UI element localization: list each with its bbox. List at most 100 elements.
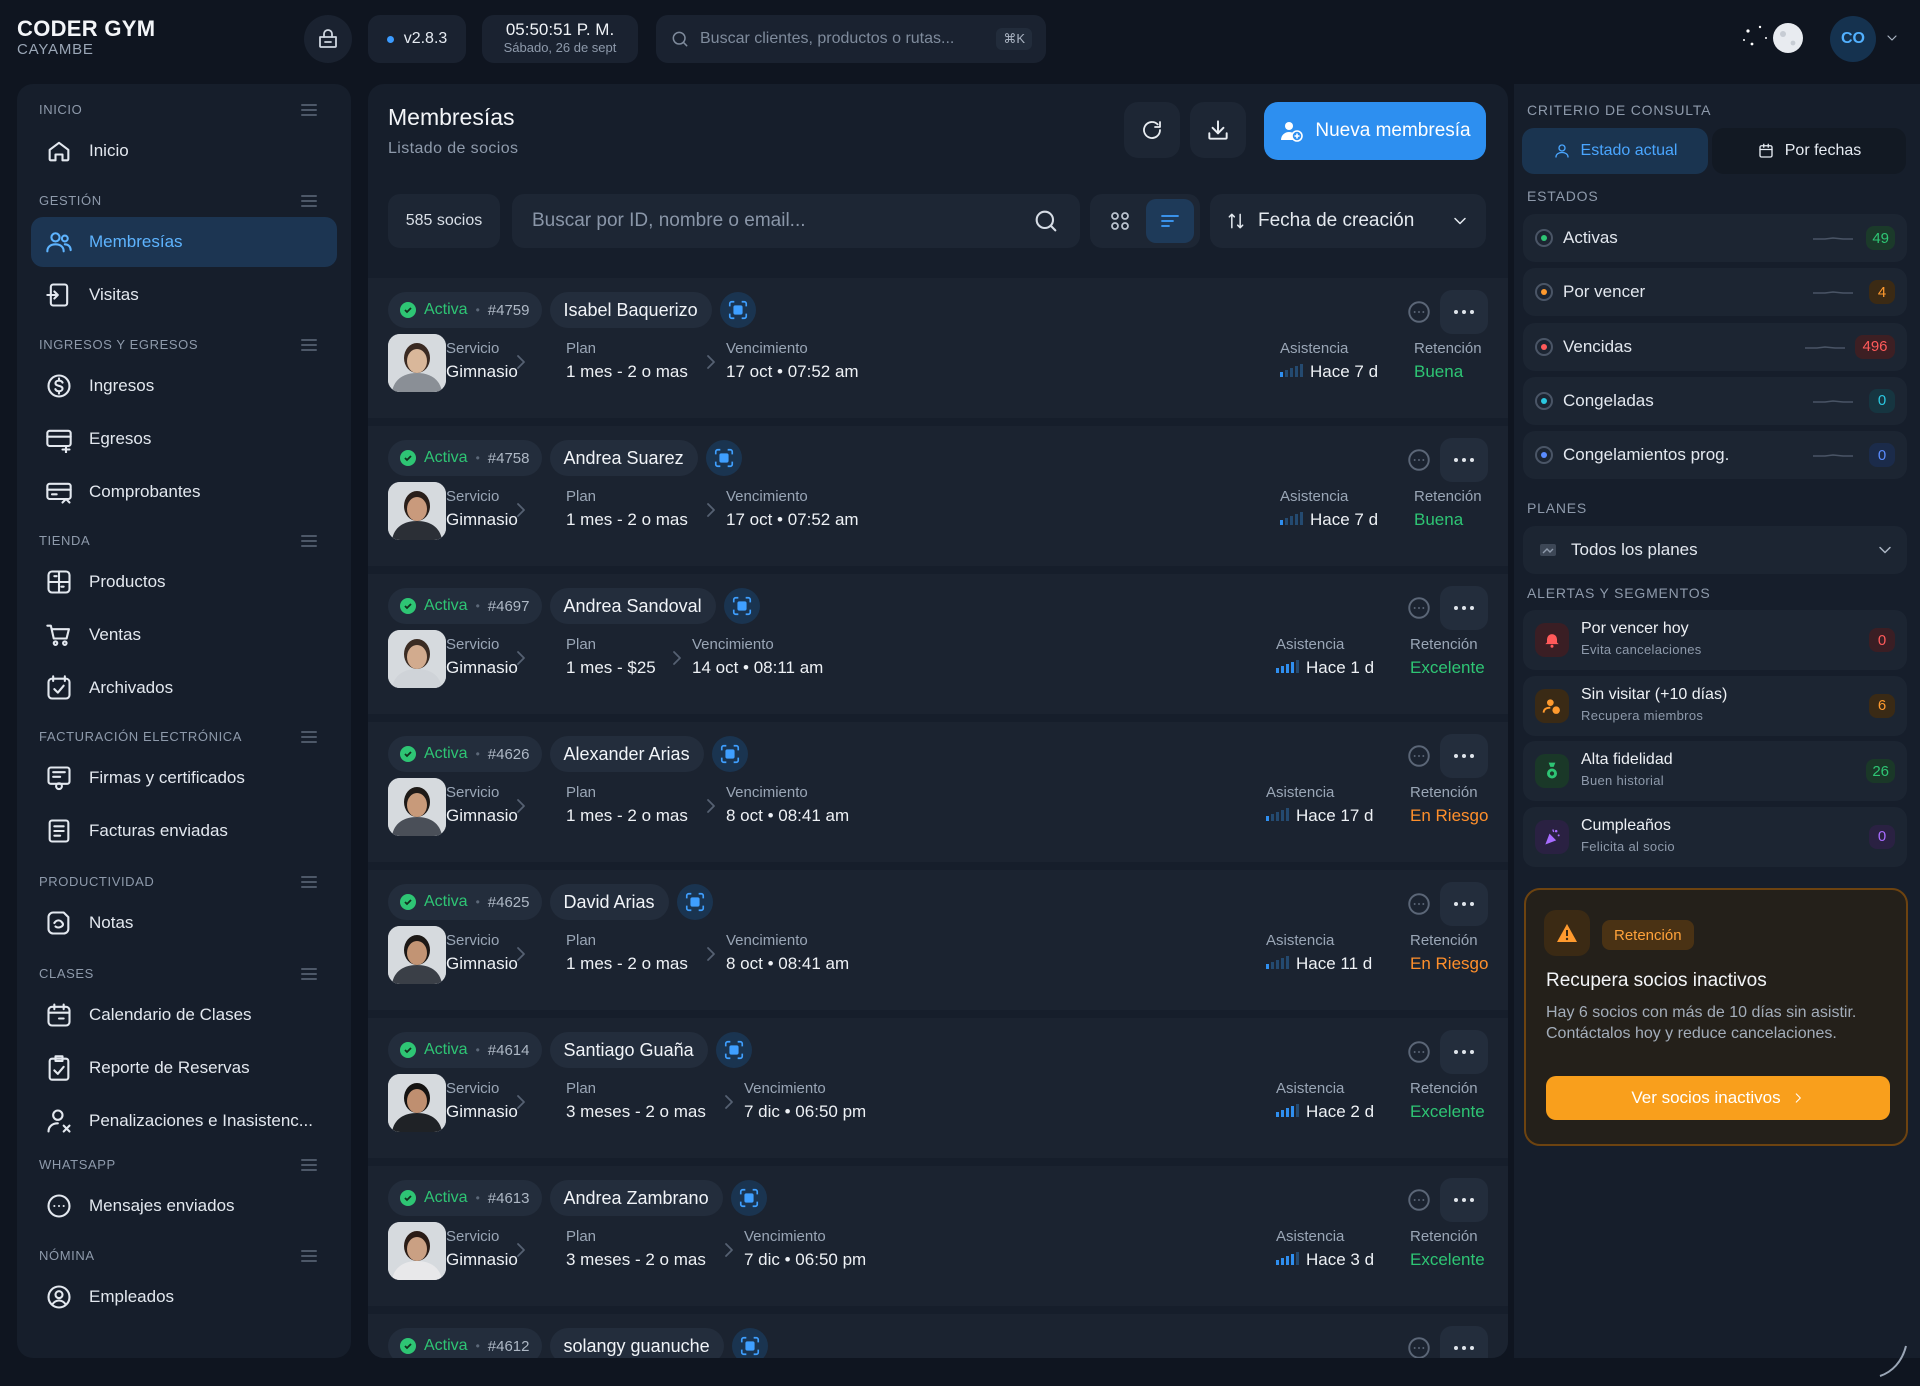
chat-icon[interactable] [1406,299,1432,325]
chat-icon[interactable] [1406,891,1432,917]
more-options-button[interactable] [1440,290,1488,334]
more-options-button[interactable] [1440,1030,1488,1074]
refresh-button[interactable] [1124,102,1180,158]
sidebar-item-label: Calendario de Clases [89,1005,252,1024]
sidebar-item-3-2[interactable]: Archivados [31,663,337,713]
face-id-icon[interactable] [676,884,713,920]
state-filter-item[interactable]: Activas 49 [1523,214,1907,262]
sidebar-item-2-2[interactable]: Comprobantes [31,467,337,517]
section-menu-icon[interactable] [301,968,317,980]
face-id-icon[interactable] [711,736,748,772]
chevron-down-icon[interactable] [1884,30,1900,46]
status-badge: Activa • #4625 [388,884,542,920]
more-options-button[interactable] [1440,586,1488,630]
global-search[interactable]: Buscar clientes, productos o rutas... ⌘K [656,15,1046,63]
member-card[interactable]: Activa • #4626 Alexander Arias Servicio Gimna… [368,722,1508,862]
sidebar-item-6-0[interactable]: Calendario de Clases [31,990,337,1040]
section-menu-icon[interactable] [301,535,317,547]
face-id-icon[interactable] [719,292,756,328]
chat-icon[interactable] [1406,595,1432,621]
state-filter-item[interactable]: Por vencer 4 [1523,268,1907,317]
moon-stars-icon [1743,23,1803,53]
segment-current-label: Estado actual [1580,142,1678,159]
member-name-pill[interactable]: David Arias [549,884,669,920]
chat-icon[interactable] [1406,447,1432,473]
member-card[interactable]: Activa • #4697 Andrea Sandoval Servicio Gimna… [368,574,1508,714]
sidebar-item-3-0[interactable]: Productos [31,557,337,607]
segment-by-dates[interactable]: Por fechas [1712,128,1906,174]
new-membership-button[interactable]: Nueva membresía [1264,102,1486,160]
state-count: 496 [1855,334,1895,359]
alert-item[interactable]: Por vencer hoy Evita cancelaciones 0 [1523,610,1907,670]
more-options-button[interactable] [1440,1178,1488,1222]
sidebar-item-5-0[interactable]: Notas [31,898,337,948]
member-card[interactable]: Activa • #4758 Andrea Suarez Servicio Gimnasi… [368,426,1508,566]
more-options-button[interactable] [1440,438,1488,482]
section-menu-icon[interactable] [301,876,317,888]
member-name-pill[interactable]: Alexander Arias [549,736,704,772]
more-options-button[interactable] [1440,882,1488,926]
chat-icon[interactable] [1406,1335,1432,1358]
member-card[interactable]: Activa • #4759 Isabel Baquerizo Servicio Gimn… [368,278,1508,418]
theme-toggle[interactable] [1738,18,1808,58]
sidebar-item-4-0[interactable]: Firmas y certificados [31,753,337,803]
section-menu-icon[interactable] [301,339,317,351]
member-card[interactable]: Activa • #4613 Andrea Zambrano Servicio Gimna… [368,1166,1508,1306]
list-view-button[interactable] [1146,199,1194,243]
sidebar-item-1-0[interactable]: Membresías [31,217,337,267]
search-icon [1035,210,1057,232]
sidebar-item-2-0[interactable]: Ingresos [31,361,337,411]
member-card[interactable]: Activa • #4612 solangy guanuche [368,1314,1508,1358]
alert-item[interactable]: Cumpleaños Felicita al socio 0 [1523,806,1907,867]
sidebar-item-6-2[interactable]: Penalizaciones e Inasistenc... [31,1096,337,1146]
chat-icon[interactable] [1406,1039,1432,1065]
section-menu-icon[interactable] [301,1250,317,1262]
state-filter-item[interactable]: Vencidas 496 [1523,322,1907,371]
member-name-pill[interactable]: Andrea Suarez [549,440,698,476]
state-label: Congelamientos prog. [1563,445,1730,465]
chat-icon[interactable] [1406,743,1432,769]
face-id-icon[interactable] [730,1180,767,1216]
member-name-pill[interactable]: Isabel Baquerizo [549,292,712,328]
member-search-input[interactable]: Buscar por ID, nombre o email... [512,194,1080,248]
section-menu-icon[interactable] [301,104,317,116]
member-card[interactable]: Activa • #4625 David Arias Servicio Gimnasio P… [368,870,1508,1010]
section-menu-icon[interactable] [301,731,317,743]
member-name-pill[interactable]: Andrea Sandoval [549,588,716,624]
face-id-icon[interactable] [715,1032,752,1068]
user-avatar[interactable]: CO [1830,16,1876,62]
alert-item[interactable]: Sin visitar (+10 días) Recupera miembros 6 [1523,675,1907,736]
more-options-button[interactable] [1440,734,1488,778]
face-id-icon[interactable] [723,588,760,624]
sidebar-item-0-0[interactable]: Inicio [31,126,337,176]
grid-view-button[interactable] [1096,199,1144,243]
member-name-pill[interactable]: solangy guanuche [549,1328,724,1358]
more-options-button[interactable] [1440,1326,1488,1358]
resize-handle-icon[interactable] [1878,1344,1908,1378]
member-card[interactable]: Activa • #4614 Santiago Guaña Servicio Gimnas… [368,1018,1508,1158]
section-menu-icon[interactable] [301,195,317,207]
sidebar-item-2-1[interactable]: Egresos [31,414,337,464]
state-filter-item[interactable]: Congeladas 0 [1523,376,1907,425]
sidebar-item-6-1[interactable]: Reporte de Reservas [31,1043,337,1093]
face-id-icon[interactable] [705,440,742,476]
plans-select[interactable]: Todos los planes [1523,526,1907,574]
member-name-pill[interactable]: Santiago Guaña [549,1032,708,1068]
sidebar-item-3-1[interactable]: Ventas [31,610,337,660]
alert-item[interactable]: Alta fidelidad Buen historial 26 [1523,741,1907,801]
state-filter-item[interactable]: Congelamientos prog. 0 [1523,431,1907,480]
sidebar-item-1-1[interactable]: Visitas [31,270,337,320]
view-inactive-button[interactable]: Ver socios inactivos [1546,1076,1890,1120]
download-button[interactable] [1190,102,1246,158]
chat-icon[interactable] [1406,1187,1432,1213]
attendance: Hace 7 d [1280,362,1378,382]
face-id-icon[interactable] [731,1328,768,1358]
sidebar-item-8-0[interactable]: Empleados [31,1272,337,1322]
section-menu-icon[interactable] [301,1159,317,1171]
sidebar-item-4-1[interactable]: Facturas enviadas [31,806,337,856]
store-button[interactable] [304,15,352,63]
sort-select[interactable]: Fecha de creación [1210,194,1486,248]
member-name-pill[interactable]: Andrea Zambrano [549,1180,723,1216]
segment-current-state[interactable]: Estado actual [1522,128,1708,174]
sidebar-item-7-0[interactable]: Mensajes enviados [31,1181,337,1231]
